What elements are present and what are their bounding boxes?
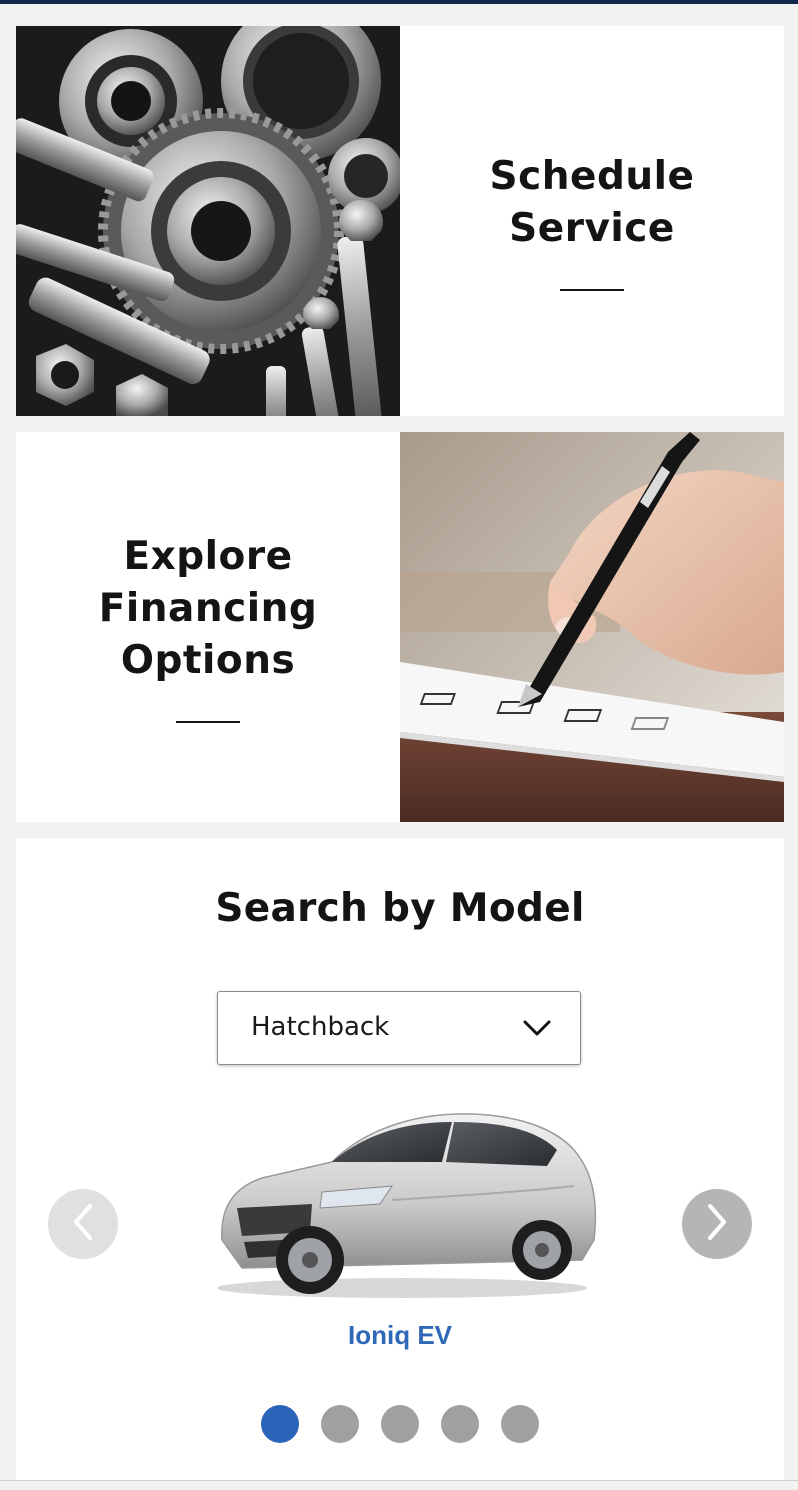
body-style-select-value[interactable]: Hatchback (251, 1012, 389, 1042)
schedule-service-tile[interactable]: Schedule Service (16, 26, 784, 416)
carousel-dot-5[interactable] (501, 1405, 539, 1443)
schedule-service-title[interactable]: Schedule Service (490, 151, 695, 255)
explore-financing-tile[interactable]: Explore Financing Options (16, 432, 784, 822)
auto-parts-image (16, 26, 400, 416)
carousel-dot-2[interactable] (321, 1405, 359, 1443)
title-divider (560, 289, 624, 291)
explore-financing-label[interactable]: Explore Financing Options (16, 432, 400, 822)
header-bar (0, 0, 798, 4)
search-by-model-title: Search by Model (215, 886, 585, 931)
body-style-select[interactable]: Hatchback (217, 991, 581, 1065)
carousel-prev-button[interactable] (48, 1189, 118, 1259)
car-model-image[interactable] (202, 1100, 598, 1300)
carousel-next-button[interactable] (682, 1189, 752, 1259)
schedule-service-label[interactable]: Schedule Service (400, 26, 784, 416)
carousel-dot-4[interactable] (441, 1405, 479, 1443)
chevron-right-icon (704, 1202, 730, 1246)
search-by-model-section: Search by Model Hatchback Ioniq EV (16, 838, 784, 1480)
carousel-pagination (16, 1405, 784, 1443)
chevron-left-icon (70, 1202, 96, 1246)
explore-financing-title[interactable]: Explore Financing Options (99, 531, 318, 687)
signing-document-image (400, 432, 784, 822)
page-divider (0, 1480, 798, 1481)
chevron-down-icon[interactable] (522, 1018, 552, 1042)
carousel-dot-3[interactable] (381, 1405, 419, 1443)
carousel-dot-1[interactable] (261, 1405, 299, 1443)
car-model-name-link[interactable]: Ioniq EV (16, 1320, 784, 1351)
title-divider (176, 721, 240, 723)
